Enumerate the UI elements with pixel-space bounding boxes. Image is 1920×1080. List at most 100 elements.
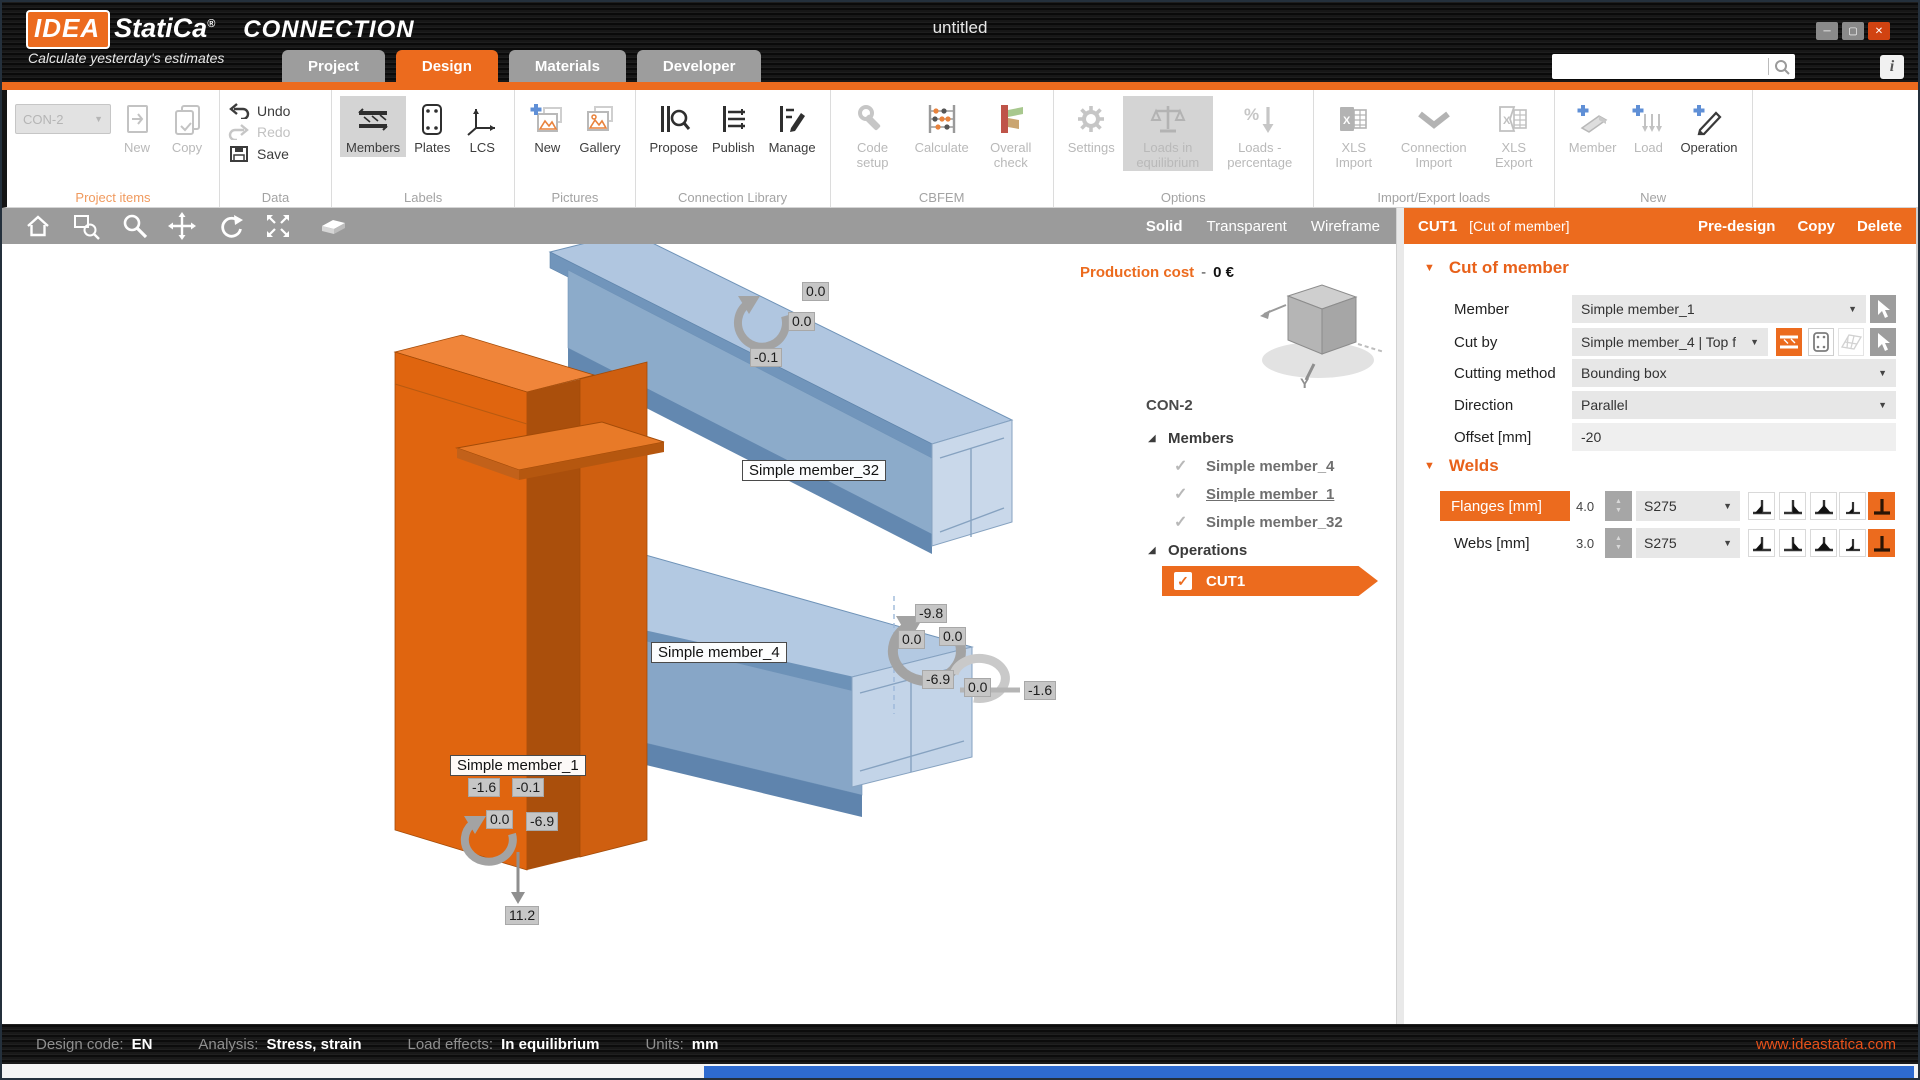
search-box[interactable]	[1552, 54, 1795, 79]
checkmark-icon[interactable]: ✓	[1174, 484, 1206, 504]
flanges-weld-size[interactable]: 4.0	[1576, 491, 1594, 521]
connection-import-button[interactable]: Connection Import	[1388, 96, 1480, 171]
webs-weld-spinner[interactable]: ▲ ▼	[1605, 528, 1632, 558]
fillet-weld-both-button[interactable]	[1810, 492, 1837, 520]
member-1-label[interactable]: Simple member_1	[450, 755, 586, 776]
direction-select[interactable]: Parallel ▼	[1572, 391, 1896, 419]
section-cut-of-member[interactable]: ▼ Cut of member	[1424, 258, 1569, 278]
checkmark-icon[interactable]: ✓	[1174, 456, 1206, 476]
new-project-item-button[interactable]: New	[113, 96, 161, 157]
search-input[interactable]	[1552, 56, 1768, 77]
cut-by-select[interactable]: Simple member_4 | Top f ▼	[1572, 328, 1768, 356]
delete-operation-button[interactable]: Delete	[1857, 218, 1902, 235]
members-button[interactable]: Members	[340, 96, 406, 157]
viewport-3d[interactable]: Simple member_32 Simple member_4 Simple …	[2, 244, 1396, 1024]
member-32-label[interactable]: Simple member_32	[742, 460, 886, 481]
fillet-weld-right-button[interactable]	[1779, 529, 1806, 557]
tab-materials[interactable]: Materials	[509, 50, 626, 83]
new-member-button[interactable]: Member	[1563, 96, 1623, 157]
publish-button[interactable]: Publish	[706, 96, 761, 157]
navigation-cube[interactable]: Y	[1242, 272, 1392, 395]
panel-splitter[interactable]	[1396, 208, 1404, 1024]
spinner-down-icon[interactable]: ▼	[1615, 543, 1622, 552]
collapse-triangle-icon[interactable]: ▼	[1424, 262, 1435, 274]
undo-button[interactable]: Undo	[228, 103, 290, 119]
maximize-button[interactable]: ▢	[1842, 22, 1864, 40]
flanges-weld-material-select[interactable]: S275 ▼	[1636, 491, 1740, 521]
tree-members-header[interactable]: ◢ Members	[1142, 424, 1388, 452]
checkmark-icon[interactable]: ✓	[1174, 512, 1206, 532]
fillet-weld-right-button[interactable]	[1779, 492, 1806, 520]
plates-button[interactable]: Plates	[408, 96, 456, 157]
tree-item-member-1[interactable]: ✓ Simple member_1	[1142, 480, 1388, 508]
lcs-button[interactable]: LCS	[458, 96, 506, 157]
cut-by-beam-toggle[interactable]	[1776, 328, 1802, 356]
new-picture-button[interactable]: New	[523, 96, 571, 157]
search-icon[interactable]	[1769, 53, 1795, 81]
zoom-extents-button[interactable]	[264, 212, 292, 240]
rotate-button[interactable]	[216, 212, 244, 240]
tree-operations-header[interactable]: ◢ Operations	[1142, 536, 1388, 564]
code-setup-button[interactable]: Code setup	[839, 96, 907, 171]
cut-by-plate-toggle[interactable]	[1808, 328, 1834, 356]
tab-developer[interactable]: Developer	[637, 50, 762, 83]
redo-button[interactable]: Redo	[228, 124, 290, 140]
spinner-up-icon[interactable]: ▲	[1615, 534, 1622, 543]
section-welds[interactable]: ▼ Welds	[1424, 456, 1499, 476]
calculate-button[interactable]: Calculate	[909, 96, 975, 157]
member-pick-button[interactable]	[1870, 295, 1896, 323]
cut1-checkbox[interactable]: ✓	[1174, 572, 1192, 590]
expander-icon[interactable]: ◢	[1142, 433, 1168, 444]
save-button[interactable]: Save	[228, 145, 290, 163]
tree-item-member-4[interactable]: ✓ Simple member_4	[1142, 452, 1388, 480]
copy-operation-button[interactable]: Copy	[1797, 218, 1835, 235]
fillet-weld-left-button[interactable]	[1748, 529, 1775, 557]
new-load-button[interactable]: Load	[1624, 96, 1672, 157]
info-button[interactable]: i	[1880, 55, 1904, 79]
loads-percentage-button[interactable]: % Loads - percentage	[1215, 96, 1305, 171]
loads-in-equilibrium-button[interactable]: Loads in equilibrium	[1123, 96, 1213, 171]
zoom-button[interactable]	[120, 212, 148, 240]
butt-weld-button-selected[interactable]	[1868, 529, 1895, 557]
member-select[interactable]: Simple member_1 ▼	[1572, 295, 1866, 323]
propose-button[interactable]: Propose	[644, 96, 704, 157]
offset-input[interactable]: -20	[1572, 423, 1896, 451]
tree-item-member-32[interactable]: ✓ Simple member_32	[1142, 508, 1388, 536]
close-button[interactable]: ✕	[1868, 22, 1890, 40]
member-4-label[interactable]: Simple member_4	[651, 642, 787, 663]
partial-weld-button[interactable]	[1839, 529, 1866, 557]
tree-root-connection[interactable]: CON-2	[1142, 394, 1388, 424]
expander-icon[interactable]: ◢	[1142, 545, 1168, 556]
cut-by-pick-button[interactable]	[1870, 328, 1896, 356]
tree-item-cut1-selected[interactable]: ✓ CUT1	[1162, 566, 1378, 596]
tab-design[interactable]: Design	[396, 50, 498, 83]
section-view-button[interactable]	[318, 212, 346, 240]
xls-import-button[interactable]: X XLS Import	[1322, 96, 1386, 171]
collapse-triangle-icon[interactable]: ▼	[1424, 460, 1435, 472]
settings-button[interactable]: Settings	[1062, 96, 1121, 157]
flanges-weld-selected-button[interactable]: Flanges [mm]	[1440, 491, 1570, 521]
pan-button[interactable]	[168, 212, 196, 240]
overall-check-button[interactable]: Overall check	[977, 96, 1045, 171]
flanges-weld-spinner[interactable]: ▲ ▼	[1605, 491, 1632, 521]
zoom-window-button[interactable]	[72, 212, 100, 240]
spinner-down-icon[interactable]: ▼	[1615, 506, 1622, 515]
fillet-weld-left-button[interactable]	[1748, 492, 1775, 520]
cutting-method-select[interactable]: Bounding box ▼	[1572, 359, 1896, 387]
view-mode-transparent[interactable]: Transparent	[1207, 218, 1287, 235]
xls-export-button[interactable]: X XLS Export	[1482, 96, 1546, 171]
spinner-up-icon[interactable]: ▲	[1615, 497, 1622, 506]
fillet-weld-both-button[interactable]	[1810, 529, 1837, 557]
gallery-button[interactable]: Gallery	[573, 96, 626, 157]
website-link[interactable]: www.ideastatica.com	[1756, 1024, 1896, 1064]
webs-weld-material-select[interactable]: S275 ▼	[1636, 528, 1740, 558]
new-operation-button[interactable]: Operation	[1674, 96, 1743, 157]
view-mode-solid[interactable]: Solid	[1146, 218, 1183, 235]
copy-project-item-button[interactable]: Copy	[163, 96, 211, 157]
predesign-button[interactable]: Pre-design	[1698, 218, 1776, 235]
home-view-button[interactable]	[24, 212, 52, 240]
butt-weld-button-selected[interactable]	[1868, 492, 1895, 520]
webs-weld-size[interactable]: 3.0	[1576, 528, 1594, 558]
view-mode-wireframe[interactable]: Wireframe	[1311, 218, 1380, 235]
tab-project[interactable]: Project	[282, 50, 385, 83]
